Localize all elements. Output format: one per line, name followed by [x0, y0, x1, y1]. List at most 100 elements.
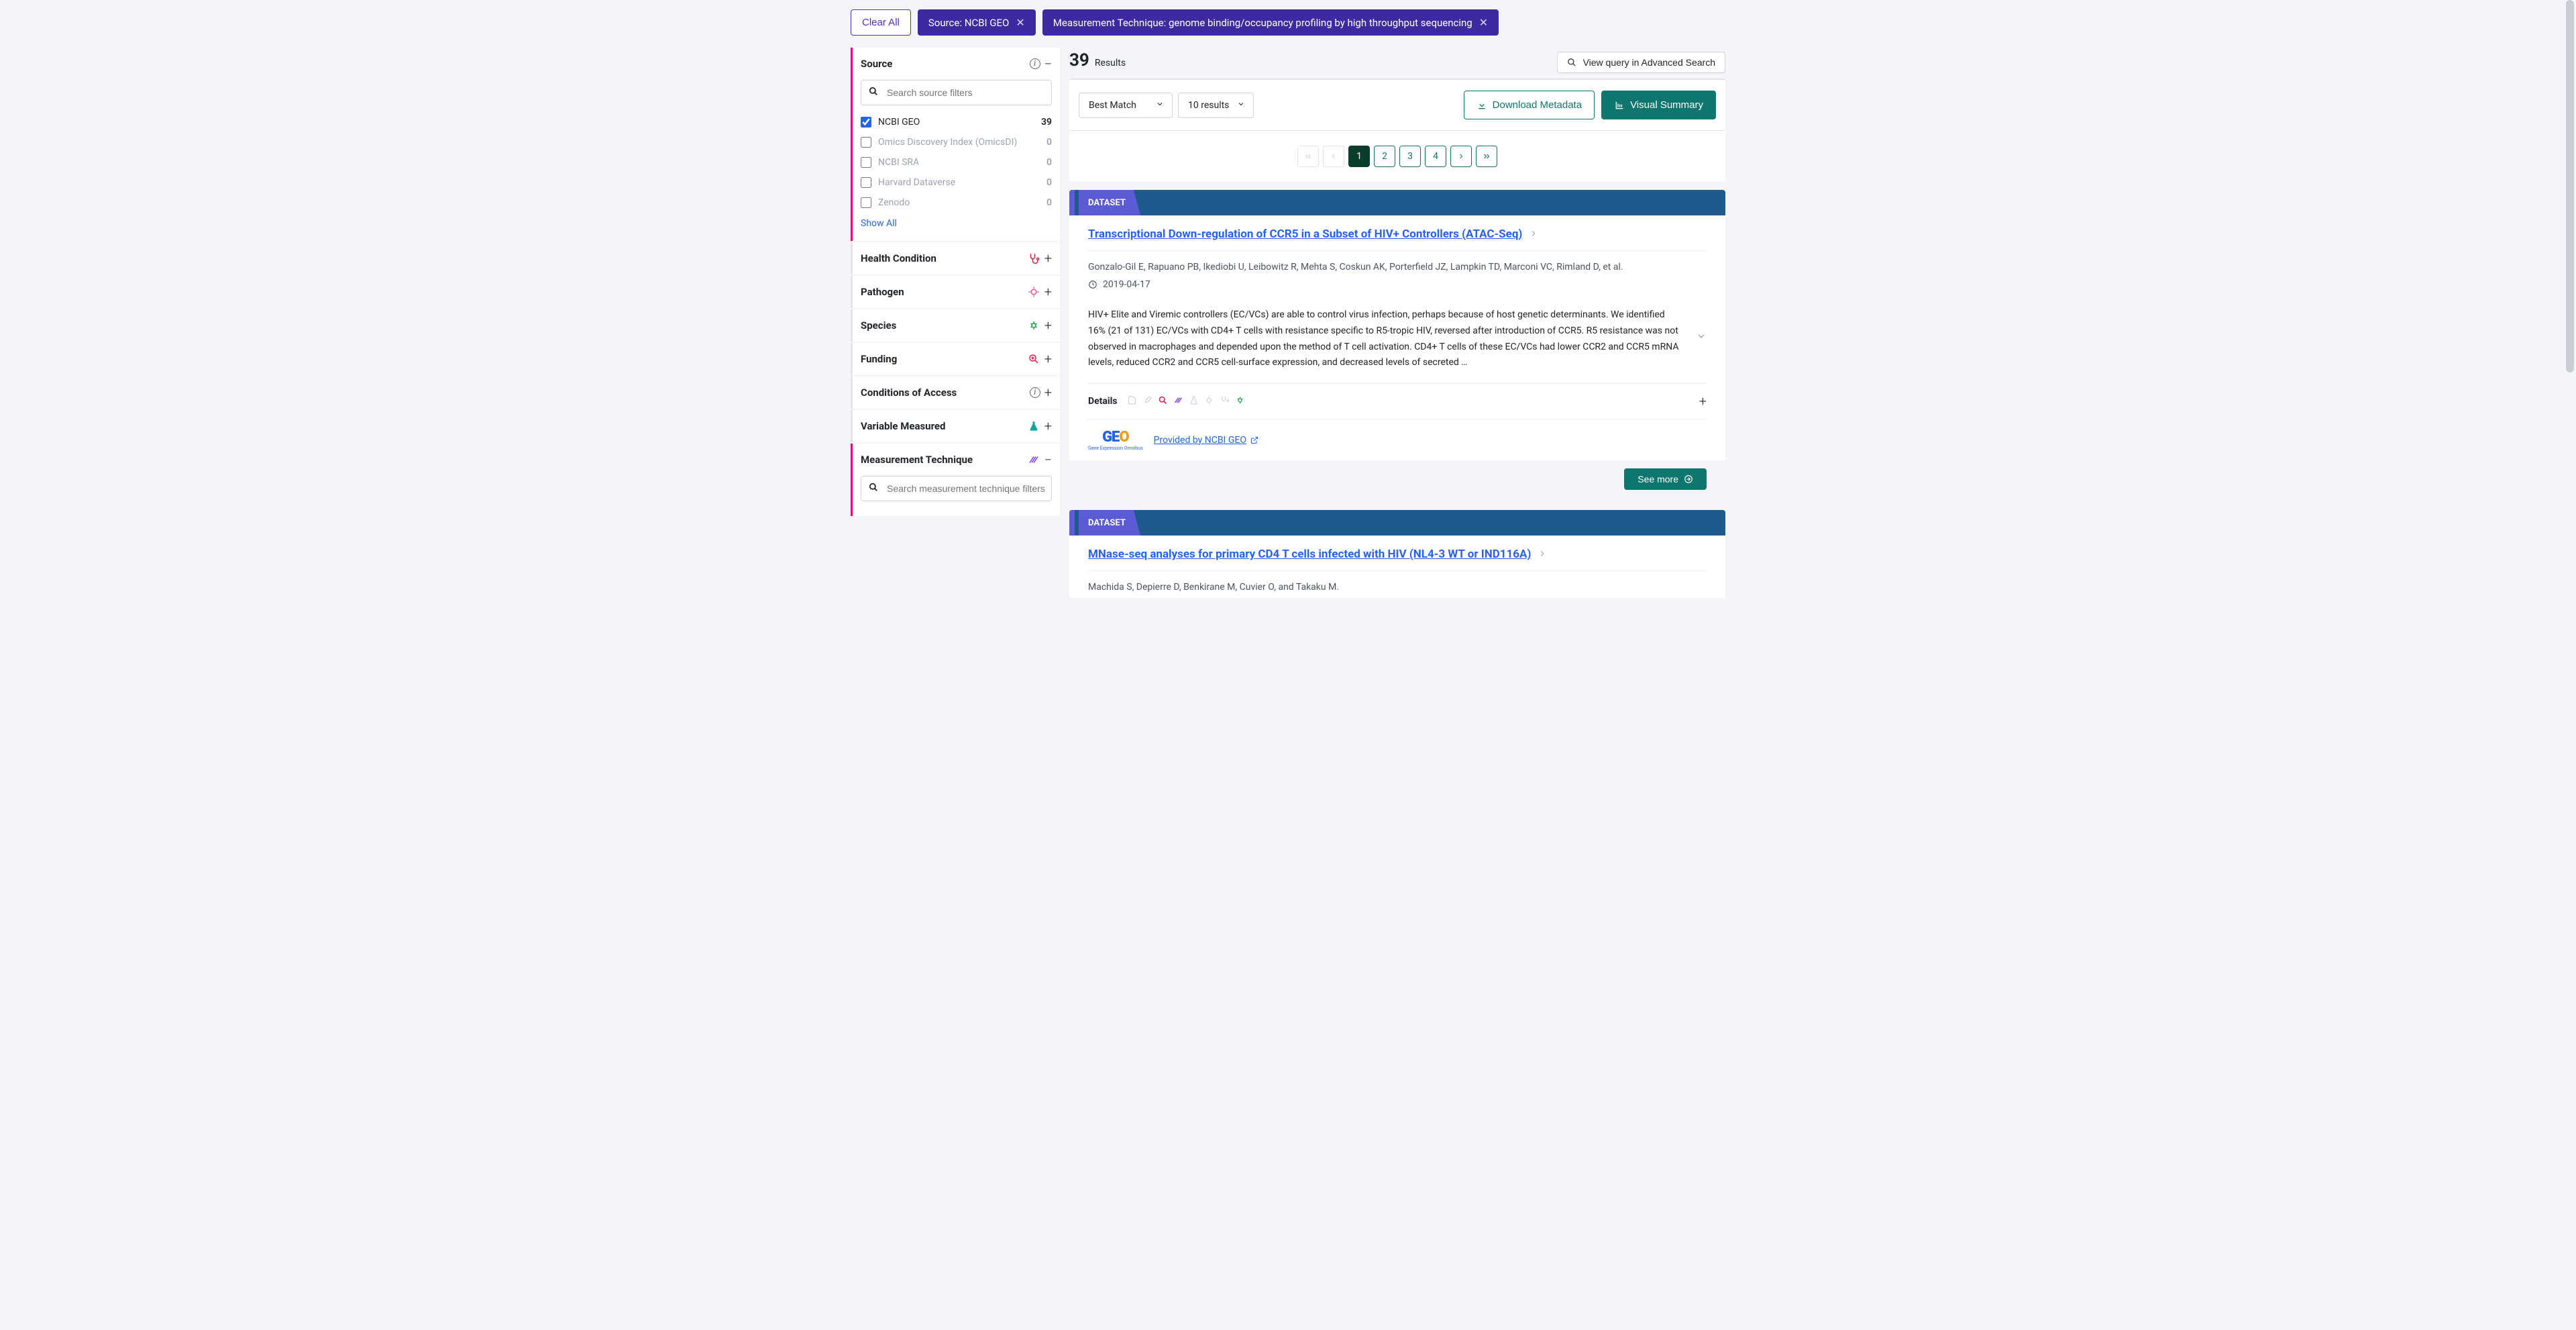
close-icon[interactable]: ✕: [1016, 16, 1024, 29]
facet-header[interactable]: Health Condition +: [853, 242, 1060, 274]
facet-access: Conditions of Access i +: [851, 376, 1060, 409]
visual-summary-button[interactable]: Visual Summary: [1601, 91, 1716, 119]
filter-count: 39: [1041, 117, 1052, 127]
page-4[interactable]: 4: [1425, 146, 1446, 167]
facet-header[interactable]: Measurement Technique −: [853, 444, 1060, 476]
filter-checkbox[interactable]: [861, 197, 871, 208]
expand-icon[interactable]: +: [1044, 352, 1052, 366]
filter-chip-technique[interactable]: Measurement Technique: genome binding/oc…: [1042, 9, 1499, 36]
download-icon: [1477, 100, 1487, 111]
expand-icon[interactable]: +: [1044, 285, 1052, 299]
filter-row[interactable]: Harvard Dataverse 0: [861, 172, 1052, 193]
edit-icon: [1142, 395, 1152, 408]
filter-label: Omics Discovery Index (OmicsDI): [878, 137, 1046, 148]
bug-icon: [1235, 395, 1245, 408]
filter-checkbox[interactable]: [861, 157, 871, 168]
perpage-select[interactable]: 10 results: [1178, 93, 1254, 118]
expand-icon[interactable]: +: [1699, 393, 1707, 409]
details-label: Details: [1088, 396, 1118, 407]
page-first[interactable]: [1297, 146, 1319, 167]
date-row: 2019-04-17: [1088, 279, 1707, 298]
see-more-button[interactable]: See more: [1624, 468, 1707, 490]
virus-icon: [1204, 395, 1214, 408]
clear-all-button[interactable]: Clear All: [851, 9, 911, 36]
info-icon[interactable]: i: [1030, 58, 1040, 69]
advanced-search-label: View query in Advanced Search: [1583, 57, 1715, 68]
technique-search-input[interactable]: [861, 476, 1052, 501]
expand-icon[interactable]: +: [1044, 419, 1052, 433]
page-next[interactable]: [1450, 146, 1472, 167]
facet-header[interactable]: Source i −: [853, 48, 1060, 80]
filter-label: Zenodo: [878, 197, 1046, 208]
filter-chip-source[interactable]: Source: NCBI GEO ✕: [918, 9, 1036, 36]
facet-header[interactable]: Conditions of Access i +: [853, 376, 1060, 409]
download-metadata-button[interactable]: Download Metadata: [1464, 91, 1595, 119]
chart-icon: [1614, 100, 1625, 111]
result-title-link[interactable]: MNase-seq analyses for primary CD4 T cel…: [1088, 548, 1547, 561]
facet-header[interactable]: Species +: [853, 309, 1060, 342]
facet-header[interactable]: Funding +: [853, 343, 1060, 375]
facet-technique: Measurement Technique −: [851, 444, 1060, 516]
perpage-label: 10 results: [1188, 100, 1229, 111]
chevron-down-icon: [1156, 100, 1164, 111]
close-icon[interactable]: ✕: [1479, 16, 1488, 29]
chip-label: Source: NCBI GEO: [928, 17, 1010, 29]
page-prev[interactable]: [1323, 146, 1344, 167]
info-icon[interactable]: i: [1030, 387, 1040, 398]
filter-checkbox[interactable]: [861, 137, 871, 148]
facet-species: Species +: [851, 309, 1060, 342]
magnify-icon: [1027, 353, 1040, 365]
facet-header[interactable]: Pathogen +: [853, 276, 1060, 308]
expand-icon[interactable]: +: [1044, 252, 1052, 265]
filter-row[interactable]: NCBI GEO 39: [861, 112, 1052, 132]
collapse-icon[interactable]: −: [1044, 57, 1052, 70]
provider-link[interactable]: Provided by NCBI GEO: [1154, 435, 1258, 446]
band-type-label: DATASET: [1079, 190, 1140, 215]
filter-count: 0: [1046, 177, 1052, 188]
filter-count: 0: [1046, 157, 1052, 168]
chevron-right-icon: [1538, 548, 1547, 561]
count-number: 39: [1069, 50, 1089, 70]
scrollbar[interactable]: [2564, 0, 2576, 1330]
count-label: Results: [1095, 58, 1126, 68]
filter-row[interactable]: Omics Discovery Index (OmicsDI) 0: [861, 132, 1052, 152]
facet-funding: Funding +: [851, 343, 1060, 375]
filter-count: 0: [1046, 137, 1052, 148]
card-band: DATASET: [1069, 190, 1725, 215]
page-3[interactable]: 3: [1399, 146, 1421, 167]
filter-label: NCBI SRA: [878, 157, 1046, 168]
clock-icon: [1088, 280, 1097, 289]
page-2[interactable]: 2: [1374, 146, 1395, 167]
filter-checkbox[interactable]: [861, 117, 871, 127]
facet-title: Funding: [861, 353, 1027, 365]
advanced-search-button[interactable]: View query in Advanced Search: [1557, 52, 1725, 73]
facet-title: Variable Measured: [861, 420, 1027, 432]
visual-label: Visual Summary: [1630, 99, 1703, 111]
result-title-link[interactable]: Transcriptional Down-regulation of CCR5 …: [1088, 227, 1538, 241]
band-stripe: [1069, 510, 1075, 535]
expand-icon[interactable]: +: [1044, 386, 1052, 399]
chevron-down-icon[interactable]: [1696, 331, 1707, 348]
filter-checkbox[interactable]: [861, 177, 871, 188]
source-search-input[interactable]: [861, 80, 1052, 105]
facet-title: Measurement Technique: [861, 454, 1027, 466]
facet-header[interactable]: Variable Measured +: [853, 410, 1060, 442]
bug-icon: [1027, 319, 1040, 331]
filter-row[interactable]: Zenodo 0: [861, 193, 1052, 213]
chip-label: Measurement Technique: genome binding/oc…: [1053, 17, 1472, 29]
layers-icon: [1173, 395, 1183, 408]
sort-select[interactable]: Best Match: [1079, 93, 1173, 118]
pagination: 1 2 3 4: [1069, 131, 1725, 182]
download-label: Download Metadata: [1493, 99, 1582, 111]
facet-source: Source i − NCBI GEO 39: [851, 48, 1060, 241]
collapse-icon[interactable]: −: [1044, 453, 1052, 466]
scrollbar-thumb[interactable]: [2566, 0, 2574, 372]
page-1[interactable]: 1: [1348, 146, 1370, 167]
filter-row[interactable]: NCBI SRA 0: [861, 152, 1052, 172]
arrow-right-circle-icon: [1684, 474, 1693, 484]
facet-title: Conditions of Access: [861, 387, 1030, 399]
facet-health: Health Condition +: [851, 242, 1060, 274]
show-all-link[interactable]: Show All: [861, 213, 897, 233]
expand-icon[interactable]: +: [1044, 319, 1052, 332]
page-last[interactable]: [1476, 146, 1497, 167]
